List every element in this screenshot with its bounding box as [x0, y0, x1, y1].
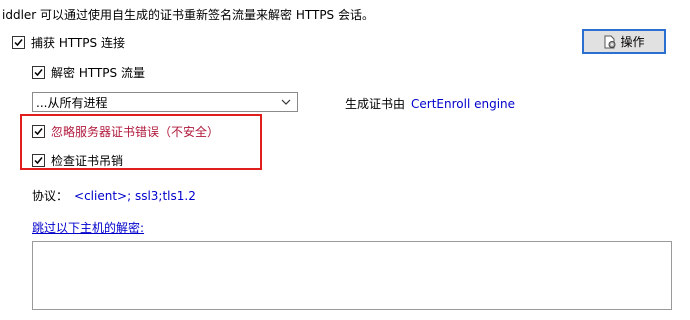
check-revocation-option[interactable]: 检查证书吊销 — [32, 152, 123, 169]
capture-https-label: 捕获 HTTPS 连接 — [31, 36, 125, 50]
check-revocation-checkbox[interactable] — [32, 154, 45, 167]
actions-button-label: 操作 — [620, 35, 645, 49]
chevron-down-icon — [281, 99, 291, 105]
cert-generator-value: CertEnroll engine — [411, 96, 516, 111]
protocols-info: 协议： <client>; ssl3;tls1.2 — [32, 187, 196, 204]
decrypt-https-option[interactable]: 解密 HTTPS 流量 — [32, 64, 145, 81]
check-icon — [14, 39, 23, 47]
actions-button[interactable]: 操作 — [582, 29, 666, 54]
skip-hosts-textarea[interactable] — [32, 241, 672, 310]
protocols-label: 协议： — [32, 189, 69, 203]
skip-hosts-link[interactable]: 跳过以下主机的解密: — [32, 219, 144, 236]
intro-text: iddler 可以通过使用自生成的证书重新签名流量来解密 HTTPS 会话。 — [2, 8, 374, 22]
protocols-value[interactable]: <client>; ssl3;tls1.2 — [74, 189, 196, 203]
check-icon — [34, 69, 43, 77]
ignore-errors-option[interactable]: 忽略服务器证书错误（不安全） — [32, 123, 219, 140]
check-icon — [34, 128, 43, 136]
capture-https-option[interactable]: 捕获 HTTPS 连接 — [12, 34, 125, 51]
gear-document-icon — [604, 35, 616, 48]
check-icon — [34, 157, 43, 165]
process-filter-select[interactable]: ...从所有进程 — [32, 92, 298, 112]
process-filter-selected: ...从所有进程 — [36, 95, 108, 110]
ignore-errors-label: 忽略服务器证书错误（不安全） — [51, 125, 220, 139]
cert-generator-label: 生成证书由 — [345, 97, 406, 111]
capture-https-checkbox[interactable] — [12, 36, 25, 49]
decrypt-https-checkbox[interactable] — [32, 66, 45, 79]
cert-generator-info: 生成证书由 CertEnroll engine — [345, 95, 515, 112]
decrypt-https-label: 解密 HTTPS 流量 — [51, 66, 145, 80]
ignore-errors-checkbox[interactable] — [32, 125, 45, 138]
check-revocation-label: 检查证书吊销 — [51, 154, 124, 168]
